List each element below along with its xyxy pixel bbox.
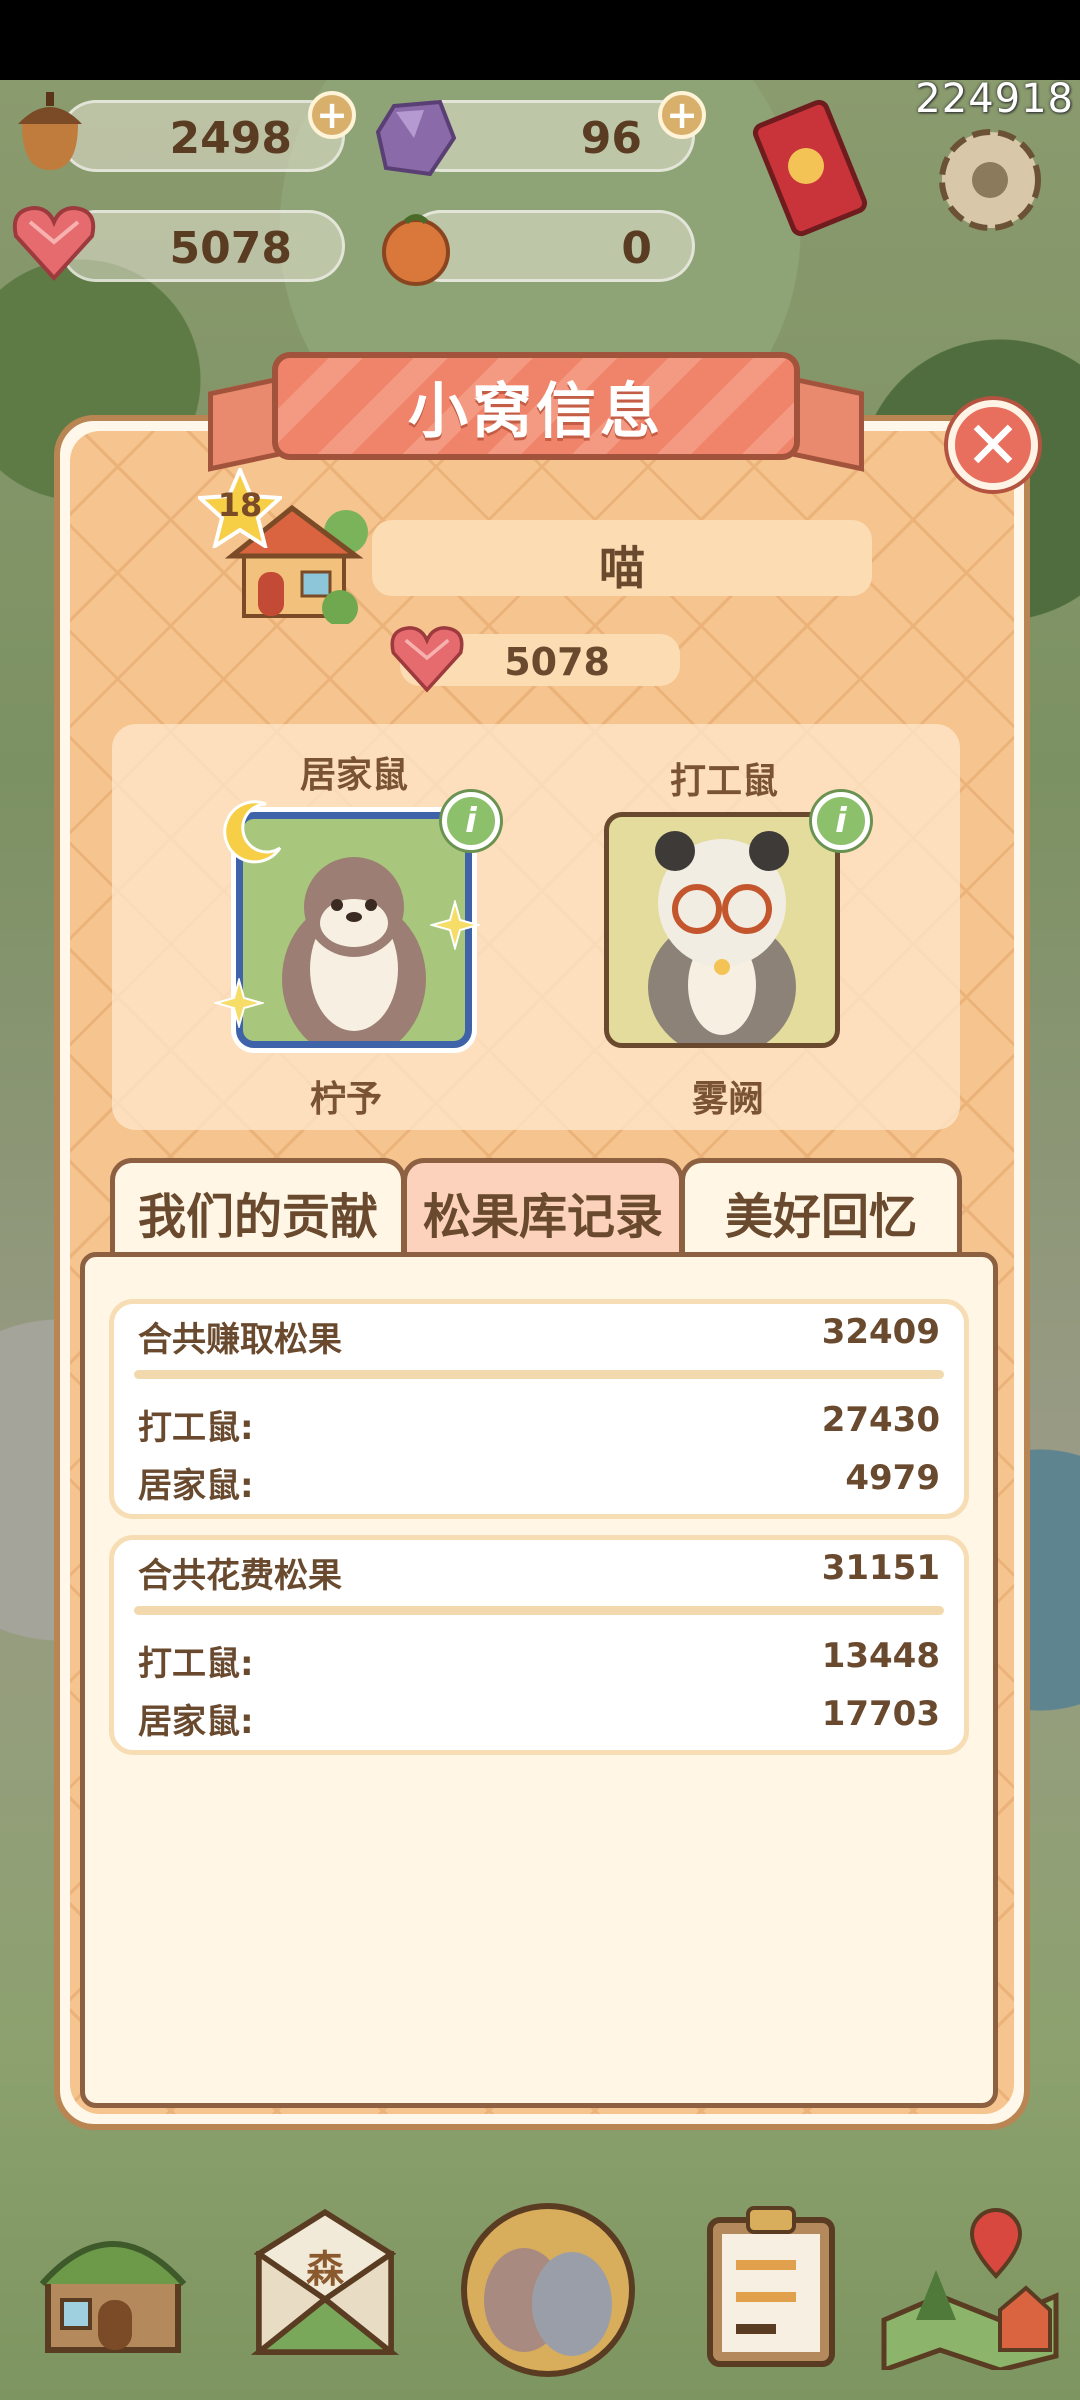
settings-button[interactable] [920,110,1060,250]
records-content: 合共赚取松果 32409 打工鼠: 27430 居家鼠: 4979 合共花费松果… [80,1252,998,2108]
mail-icon: 森 [250,2208,400,2355]
envelope-button[interactable] [748,96,878,246]
moon-icon [218,796,288,866]
add-crystal-button[interactable]: + [658,91,706,139]
add-acorn-button[interactable]: + [308,91,356,139]
work-mouse-role: 打工鼠 [669,761,778,802]
spent-total-row: 合共花费松果 31151 [138,1548,940,1598]
acorn-value: 2498 [169,113,292,164]
nav-tasks-button[interactable] [686,2200,856,2370]
spent-work-row: 打工鼠: 13448 [138,1636,940,1686]
nav-friends-button[interactable] [458,2200,638,2380]
spent-home-value: 17703 [821,1694,940,1734]
tab-contribution-label: 我们的贡献 [137,1188,378,1245]
close-button[interactable]: ✕ [948,400,1038,490]
work-mouse-name: 雾阙 [691,1079,764,1120]
spent-work-value: 13448 [821,1636,940,1676]
spent-total: 31151 [821,1548,940,1588]
earned-home-row: 居家鼠: 4979 [138,1458,940,1508]
spent-home-row: 居家鼠: 17703 [138,1694,940,1744]
nav-map-button[interactable] [880,2200,1060,2370]
home-mouse-role: 居家鼠 [299,755,408,796]
clipboard-icon [707,2206,835,2367]
crystal-value: 96 [580,113,642,164]
nest-name: 喵 [599,541,645,595]
mail-stamp-text: 森 [306,2247,344,2291]
work-mouse-portrait[interactable] [604,812,840,1048]
divider [134,1370,944,1379]
acorn-counter: 2498 + [60,91,356,172]
earned-home-value: 4979 [845,1458,940,1498]
tab-memories-label: 美好回忆 [724,1188,917,1245]
nav-house-button[interactable] [28,2200,198,2370]
work-mouse-info-button[interactable]: i [812,792,870,850]
panel-title-banner: 小窝信息 [272,352,800,460]
heart-gem-counter: 5078 [60,210,345,282]
earned-total: 32409 [821,1312,940,1352]
heart-gem-icon [388,622,466,694]
spent-title: 合共花费松果 [138,1556,342,1596]
sparkle-icon [428,898,482,952]
tab-memories[interactable]: 美好回忆 [680,1158,962,1260]
map-icon [881,2207,1059,2370]
tab-pinecone-records[interactable]: 松果库记录 [402,1158,684,1260]
divider [134,1606,944,1615]
crystal-icon [372,94,460,182]
nest-name-field: 喵 [372,520,872,596]
level-value: 18 [217,486,263,524]
tab-pinecone-records-label: 松果库记录 [422,1188,663,1245]
red-envelope-icon [752,99,868,237]
nav-mail-button[interactable]: 森 [240,2200,410,2370]
earned-work-label: 打工鼠: [138,1408,254,1448]
heart-gem-icon [10,198,98,286]
spent-work-label: 打工鼠: [138,1644,254,1684]
birds-icon [461,2203,635,2377]
earned-work-value: 27430 [821,1400,940,1440]
earned-title: 合共赚取松果 [138,1320,342,1360]
panda-hood-mouse-icon [648,831,796,1043]
sparkle-icon [212,976,266,1030]
earned-work-row: 打工鼠: 27430 [138,1400,940,1450]
earned-home-label: 居家鼠: [138,1466,254,1506]
acorn-icon [6,86,94,174]
info-icon: i [465,801,477,841]
earned-card: 合共赚取松果 32409 打工鼠: 27430 居家鼠: 4979 [109,1299,969,1519]
gear-icon [939,129,1041,231]
heart-gem-value: 5078 [169,223,292,274]
spent-home-label: 居家鼠: [138,1702,254,1742]
persimmon-icon [372,204,460,292]
info-icon: i [835,801,847,841]
close-icon: ✕ [965,406,1021,484]
earned-total-row: 合共赚取松果 32409 [138,1312,940,1362]
status-bar [0,0,1080,80]
house-icon [39,2241,187,2353]
home-mouse-info-button[interactable]: i [442,792,500,850]
tab-contribution[interactable]: 我们的贡献 [110,1158,406,1260]
persimmon-value: 0 [621,223,652,274]
spent-card: 合共花费松果 31151 打工鼠: 13448 居家鼠: 17703 [109,1535,969,1755]
home-mouse-name: 柠予 [309,1079,382,1120]
panel-title: 小窝信息 [408,376,664,447]
